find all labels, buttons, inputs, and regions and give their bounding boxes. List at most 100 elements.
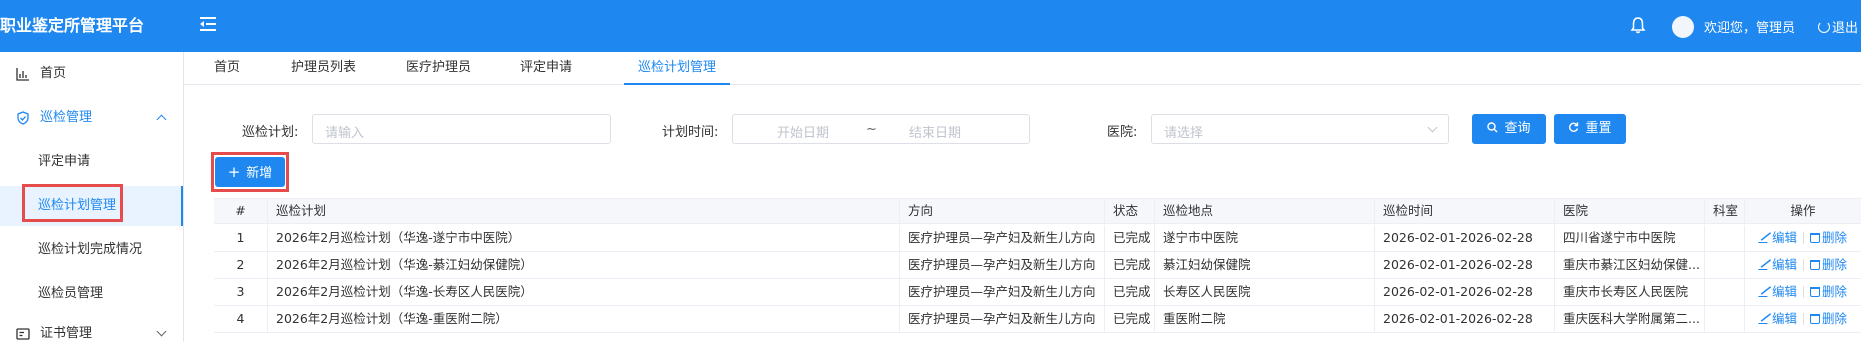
sidebar-item-certificate[interactable]: 证书管理 bbox=[0, 314, 183, 342]
cell-index: 2 bbox=[214, 252, 268, 278]
refresh-icon bbox=[1569, 122, 1579, 132]
cell-hospital: 重庆医科大学附属第二... bbox=[1555, 306, 1705, 332]
highlight-box-add bbox=[211, 152, 289, 192]
cell-hospital: 四川省遂宁市中医院 bbox=[1555, 225, 1705, 251]
cell-status: 已完成 bbox=[1105, 225, 1155, 251]
cell-location: 綦江妇幼保健院 bbox=[1155, 252, 1375, 278]
col-index: # bbox=[214, 199, 268, 223]
edit-label: 编辑 bbox=[1772, 311, 1798, 326]
reset-label: 重置 bbox=[1585, 121, 1612, 136]
edit-icon bbox=[1758, 314, 1773, 324]
delete-icon bbox=[1810, 233, 1821, 243]
divider bbox=[1803, 286, 1805, 298]
cell-time: 2026-02-01-2026-02-28 bbox=[1375, 279, 1555, 305]
delete-label: 删除 bbox=[1822, 284, 1848, 299]
start-date-placeholder: 开始日期 bbox=[777, 126, 830, 141]
col-location: 巡检地点 bbox=[1155, 199, 1375, 223]
edit-button[interactable]: 编辑 bbox=[1758, 230, 1797, 245]
cell-dept bbox=[1705, 279, 1745, 305]
sidebar-item-inspector[interactable]: 巡检员管理 bbox=[0, 274, 183, 314]
cell-dept bbox=[1705, 225, 1745, 251]
top-header: 职业鉴定所管理平台 欢迎您，管理员 退出 bbox=[0, 0, 1861, 52]
chevron-down-icon bbox=[1427, 122, 1438, 133]
delete-button[interactable]: 删除 bbox=[1810, 311, 1847, 326]
hospital-placeholder: 请选择 bbox=[1164, 126, 1204, 141]
tab-bar: 首页 护理员列表 医疗护理员 评定申请 巡检计划管理 bbox=[184, 52, 1861, 85]
range-separator: ~ bbox=[866, 122, 877, 137]
hospital-select[interactable]: 请选择 bbox=[1151, 114, 1449, 144]
date-range-picker[interactable]: 开始日期 ~ 结束日期 bbox=[732, 114, 1030, 144]
table-row: 2 2026年2月巡检计划（华逸-綦江妇幼保健院） 医疗护理员—孕产妇及新生儿方… bbox=[214, 252, 1861, 279]
col-dept: 科室 bbox=[1705, 199, 1745, 223]
cell-actions: 编辑 删除 bbox=[1745, 225, 1861, 251]
cell-location: 重医附二院 bbox=[1155, 306, 1375, 332]
delete-label: 删除 bbox=[1822, 257, 1848, 272]
certificate-icon bbox=[16, 328, 30, 340]
query-label: 查询 bbox=[1504, 121, 1531, 136]
logout-button[interactable]: 退出 bbox=[1818, 17, 1858, 36]
cell-actions: 编辑 删除 bbox=[1745, 252, 1861, 278]
cell-plan: 2026年2月巡检计划（华逸-重医附二院） bbox=[268, 306, 900, 332]
app-title: 职业鉴定所管理平台 bbox=[0, 16, 145, 35]
col-direction: 方向 bbox=[900, 199, 1105, 223]
highlight-box-sidebar bbox=[22, 184, 123, 222]
plan-input[interactable]: 请输入 bbox=[312, 114, 611, 144]
delete-icon bbox=[1810, 260, 1821, 270]
sidebar-item-evaluation[interactable]: 评定申请 bbox=[0, 142, 183, 182]
cell-time: 2026-02-01-2026-02-28 bbox=[1375, 306, 1555, 332]
logout-label: 退出 bbox=[1832, 21, 1859, 36]
tab-inspection-plan[interactable]: 巡检计划管理 bbox=[624, 52, 731, 85]
sidebar-item-plan-completion[interactable]: 巡检计划完成情况 bbox=[0, 230, 183, 270]
col-hospital: 医院 bbox=[1555, 199, 1705, 223]
table-row: 3 2026年2月巡检计划（华逸-长寿区人民医院） 医疗护理员—孕产妇及新生儿方… bbox=[214, 279, 1861, 306]
table-row: 1 2026年2月巡检计划（华逸-遂宁市中医院） 医疗护理员—孕产妇及新生儿方向… bbox=[214, 225, 1861, 252]
edit-icon bbox=[1758, 287, 1773, 297]
sidebar-item-home[interactable]: 首页 bbox=[0, 54, 183, 94]
avatar[interactable] bbox=[1672, 16, 1694, 38]
plan-label: 巡检计划: bbox=[242, 125, 299, 140]
delete-label: 删除 bbox=[1822, 311, 1848, 326]
reset-button[interactable]: 重置 bbox=[1554, 114, 1626, 144]
delete-label: 删除 bbox=[1822, 230, 1848, 245]
sidebar-item-label: 巡检计划完成情况 bbox=[38, 242, 143, 257]
welcome-text: 欢迎您，管理员 bbox=[1704, 21, 1796, 36]
bell-icon[interactable] bbox=[1630, 16, 1646, 34]
cell-actions: 编辑 删除 bbox=[1745, 279, 1861, 305]
query-button[interactable]: 查询 bbox=[1472, 114, 1546, 144]
delete-button[interactable]: 删除 bbox=[1810, 257, 1847, 272]
cell-index: 1 bbox=[214, 225, 268, 251]
delete-button[interactable]: 删除 bbox=[1810, 284, 1847, 299]
edit-label: 编辑 bbox=[1772, 257, 1798, 272]
cell-plan: 2026年2月巡检计划（华逸-遂宁市中医院） bbox=[268, 225, 900, 251]
delete-button[interactable]: 删除 bbox=[1810, 230, 1847, 245]
logout-icon bbox=[1818, 21, 1830, 33]
end-date-placeholder: 结束日期 bbox=[909, 126, 962, 141]
inspection-plan-table: # 巡检计划 方向 状态 巡检地点 巡检时间 医院 科室 操作 1 2026年2… bbox=[214, 198, 1861, 342]
edit-label: 编辑 bbox=[1772, 284, 1798, 299]
cell-direction: 医疗护理员—孕产妇及新生儿方向 bbox=[900, 252, 1105, 278]
search-icon bbox=[1487, 122, 1498, 133]
hospital-label: 医院: bbox=[1107, 125, 1138, 140]
edit-icon bbox=[1758, 233, 1773, 243]
menu-fold-icon[interactable] bbox=[198, 14, 220, 36]
cell-index: 3 bbox=[214, 279, 268, 305]
cell-actions: 编辑 删除 bbox=[1745, 306, 1861, 332]
tab-evaluation[interactable]: 评定申请 bbox=[520, 52, 572, 85]
cell-status: 已完成 bbox=[1105, 252, 1155, 278]
plan-placeholder: 请输入 bbox=[325, 126, 365, 141]
tab-nurse-list[interactable]: 护理员列表 bbox=[291, 52, 356, 85]
col-time: 巡检时间 bbox=[1375, 199, 1555, 223]
cell-hospital: 重庆市长寿区人民医院 bbox=[1555, 279, 1705, 305]
tab-home[interactable]: 首页 bbox=[214, 52, 240, 85]
sidebar-item-label: 评定申请 bbox=[38, 154, 91, 169]
table-header: # 巡检计划 方向 状态 巡检地点 巡检时间 医院 科室 操作 bbox=[214, 198, 1861, 224]
col-actions: 操作 bbox=[1790, 203, 1816, 218]
tab-medical-nurse[interactable]: 医疗护理员 bbox=[406, 52, 471, 85]
edit-button[interactable]: 编辑 bbox=[1758, 257, 1798, 272]
sidebar-item-label: 首页 bbox=[40, 66, 67, 81]
chart-icon bbox=[16, 68, 29, 81]
time-label: 计划时间: bbox=[662, 125, 719, 140]
edit-button[interactable]: 编辑 bbox=[1758, 284, 1798, 299]
edit-button[interactable]: 编辑 bbox=[1758, 311, 1798, 326]
sidebar-item-inspection[interactable]: 巡检管理 bbox=[0, 98, 183, 138]
